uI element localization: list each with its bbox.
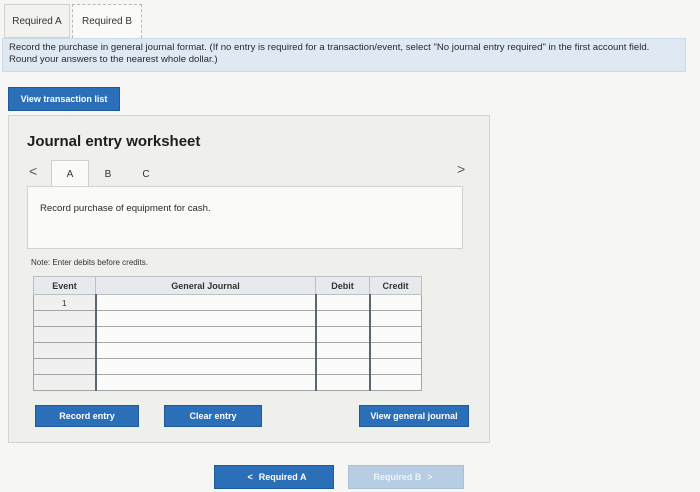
table-row	[33, 342, 422, 359]
table-row	[33, 310, 422, 327]
chevron-left-icon: <	[247, 472, 253, 482]
column-header-event: Event	[33, 276, 96, 295]
prev-entry-arrow-icon[interactable]: <	[29, 163, 37, 179]
required-b-nav-button[interactable]: Required B >	[348, 465, 464, 489]
chevron-right-icon: >	[427, 472, 433, 482]
event-cell	[33, 358, 96, 375]
column-header-credit: Credit	[369, 276, 422, 295]
event-cell	[33, 342, 96, 359]
account-input[interactable]	[94, 294, 316, 311]
column-header-general-journal: General Journal	[95, 276, 316, 295]
instruction-text: Record the purchase in general journal f…	[2, 38, 686, 72]
worksheet-tab-a[interactable]: A	[51, 160, 89, 188]
credit-input[interactable]	[368, 374, 422, 391]
debit-input[interactable]	[314, 358, 370, 375]
worksheet-tab-c[interactable]: C	[135, 160, 157, 188]
view-general-journal-button[interactable]: View general journal	[359, 405, 469, 427]
journal-entry-worksheet: Journal entry worksheet < A B C > Record…	[8, 115, 490, 443]
account-input[interactable]	[94, 342, 316, 359]
tab-required-b[interactable]: Required B	[72, 4, 142, 38]
credit-input[interactable]	[368, 326, 422, 343]
credit-input[interactable]	[368, 358, 422, 375]
table-row	[33, 358, 422, 375]
account-input[interactable]	[94, 358, 316, 375]
top-tab-bar: Required A Required B	[0, 0, 700, 40]
account-input[interactable]	[94, 326, 316, 343]
debit-input[interactable]	[314, 374, 370, 391]
required-b-nav-label: Required B	[373, 472, 422, 482]
next-entry-arrow-icon[interactable]: >	[457, 161, 465, 177]
record-entry-button[interactable]: Record entry	[35, 405, 139, 427]
worksheet-tab-b[interactable]: B	[97, 160, 119, 188]
account-input[interactable]	[94, 310, 316, 327]
clear-entry-button[interactable]: Clear entry	[164, 405, 262, 427]
credit-input[interactable]	[368, 342, 422, 359]
event-cell	[33, 374, 96, 391]
event-cell	[33, 310, 96, 327]
required-a-nav-button[interactable]: < Required A	[214, 465, 334, 489]
account-input[interactable]	[94, 374, 316, 391]
worksheet-title: Journal entry worksheet	[27, 133, 201, 150]
debit-input[interactable]	[314, 326, 370, 343]
table-row: 1	[33, 294, 422, 311]
event-cell: 1	[33, 294, 96, 311]
transaction-description: Record purchase of equipment for cash.	[40, 203, 211, 214]
required-a-nav-label: Required A	[258, 472, 307, 482]
view-transaction-list-button[interactable]: View transaction list	[8, 87, 120, 111]
debit-input[interactable]	[314, 342, 370, 359]
tab-required-a[interactable]: Required A	[4, 4, 70, 38]
credit-input[interactable]	[368, 294, 422, 311]
debit-input[interactable]	[314, 294, 370, 311]
journal-table: Event General Journal Debit Credit 1	[33, 276, 422, 391]
journal-header-row: Event General Journal Debit Credit	[33, 276, 422, 295]
transaction-description-box: Record purchase of equipment for cash.	[27, 186, 463, 249]
credit-input[interactable]	[368, 310, 422, 327]
debits-note: Note: Enter debits before credits.	[31, 258, 148, 267]
table-row	[33, 374, 422, 391]
table-row	[33, 326, 422, 343]
event-cell	[33, 326, 96, 343]
debit-input[interactable]	[314, 310, 370, 327]
column-header-debit: Debit	[315, 276, 370, 295]
